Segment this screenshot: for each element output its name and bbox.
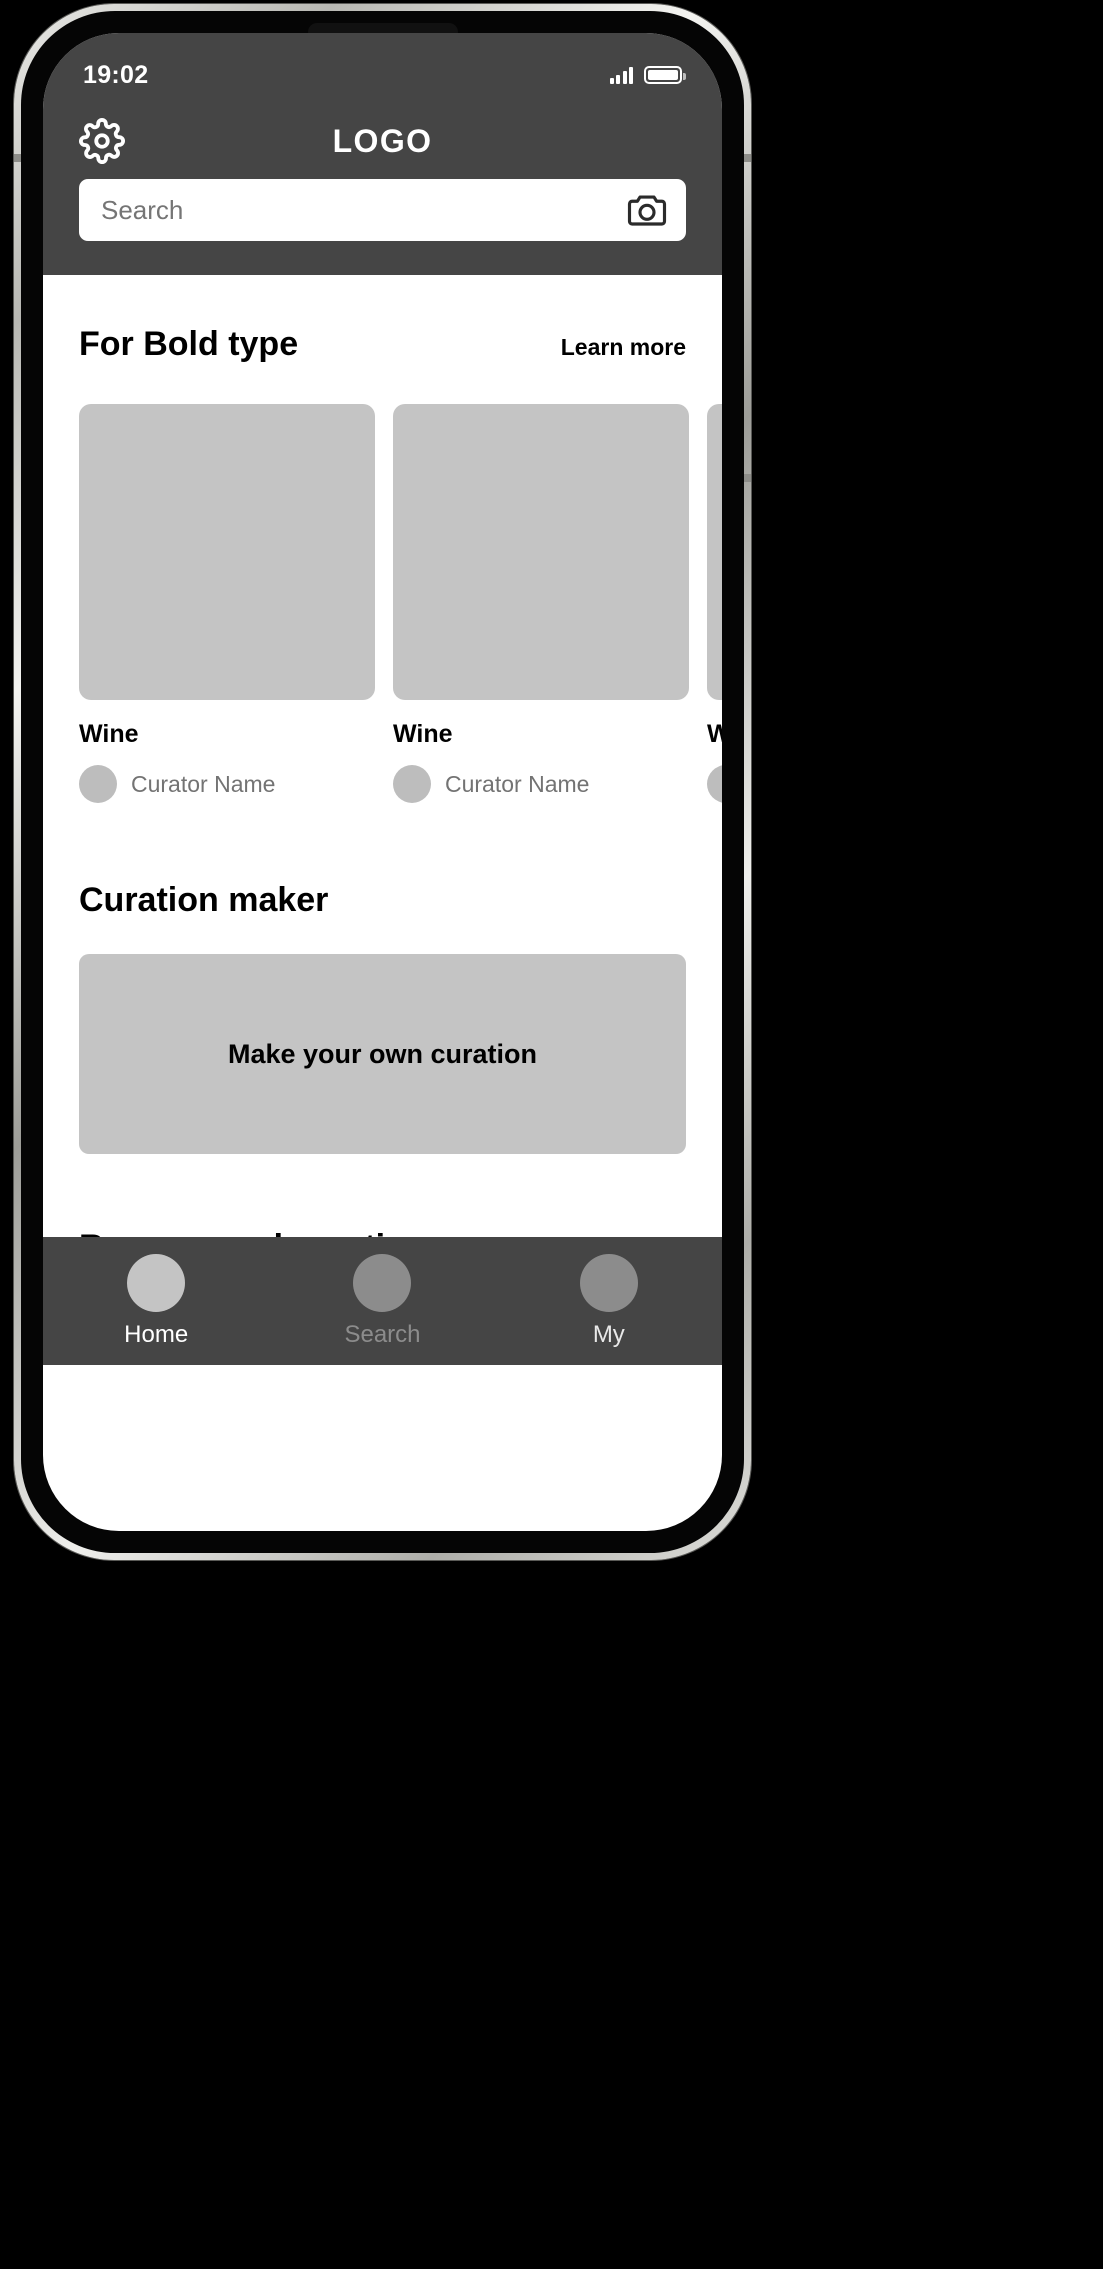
- card-thumbnail: [707, 404, 722, 700]
- tab-home[interactable]: Home: [43, 1253, 269, 1349]
- bold-type-section-header: For Bold type Learn more: [43, 275, 722, 404]
- app-logo: LOGO: [332, 122, 433, 159]
- main-content: For Bold type Learn more Wine Curator Na…: [43, 275, 722, 1365]
- home-icon: [127, 1253, 186, 1312]
- page-title: For Bold type: [79, 325, 299, 363]
- cellular-signal-icon: [609, 66, 633, 84]
- learn-more-link[interactable]: Learn more: [561, 334, 686, 361]
- status-icons: [609, 66, 686, 84]
- bold-type-carousel[interactable]: Wine Curator Name Wine Curator Name W: [43, 404, 722, 803]
- search-bar[interactable]: Search: [79, 179, 686, 241]
- avatar: [393, 765, 431, 803]
- camera-icon: [627, 195, 667, 226]
- tab-search-label: Search: [344, 1320, 421, 1348]
- card-title: Wine: [707, 720, 722, 748]
- battery-full-icon: [644, 66, 686, 84]
- tab-search[interactable]: Search: [269, 1253, 495, 1349]
- avatar: [707, 765, 722, 803]
- status-time: 19:02: [83, 60, 149, 89]
- search-icon: [353, 1253, 412, 1312]
- tab-my[interactable]: My: [496, 1253, 722, 1349]
- tab-home-label: Home: [124, 1320, 189, 1348]
- search-input[interactable]: Search: [101, 195, 183, 226]
- curator-row: Curator Name: [707, 765, 722, 803]
- card-thumbnail: [393, 404, 689, 700]
- list-item[interactable]: Wine Curator Name: [393, 404, 689, 803]
- card-title: Wine: [393, 720, 453, 748]
- curator-row: Curator Name: [79, 765, 375, 803]
- curator-name: Curator Name: [131, 770, 276, 797]
- avatar: [79, 765, 117, 803]
- header-row: LOGO: [79, 103, 686, 179]
- list-item[interactable]: Wine Curator Name: [79, 404, 375, 803]
- list-item[interactable]: Wine Curator Name: [707, 404, 722, 803]
- section-title: Curation maker: [79, 881, 329, 919]
- card-title: Wine: [79, 720, 139, 748]
- curation-maker-section-header: Curation maker: [43, 803, 722, 954]
- status-bar: 19:02: [43, 33, 722, 103]
- phone-screen: 19:02 LOGO Search For Bold type Learn mo…: [43, 33, 722, 1531]
- curator-name: Curator Name: [445, 770, 590, 797]
- app-header: LOGO Search: [43, 103, 722, 275]
- card-thumbnail: [79, 404, 375, 700]
- camera-search-button[interactable]: [626, 192, 668, 228]
- phone-bezel: 19:02 LOGO Search For Bold type Learn mo…: [21, 11, 744, 1553]
- person-icon: [579, 1253, 638, 1312]
- phone-frame: 19:02 LOGO Search For Bold type Learn mo…: [14, 4, 751, 1560]
- make-your-own-curation-button[interactable]: Make your own curation: [79, 954, 686, 1154]
- tab-my-label: My: [592, 1320, 625, 1348]
- bottom-tab-bar: Home Search My: [43, 1237, 722, 1365]
- make-curation-label: Make your own curation: [227, 1038, 538, 1069]
- curator-row: Curator Name: [393, 765, 689, 803]
